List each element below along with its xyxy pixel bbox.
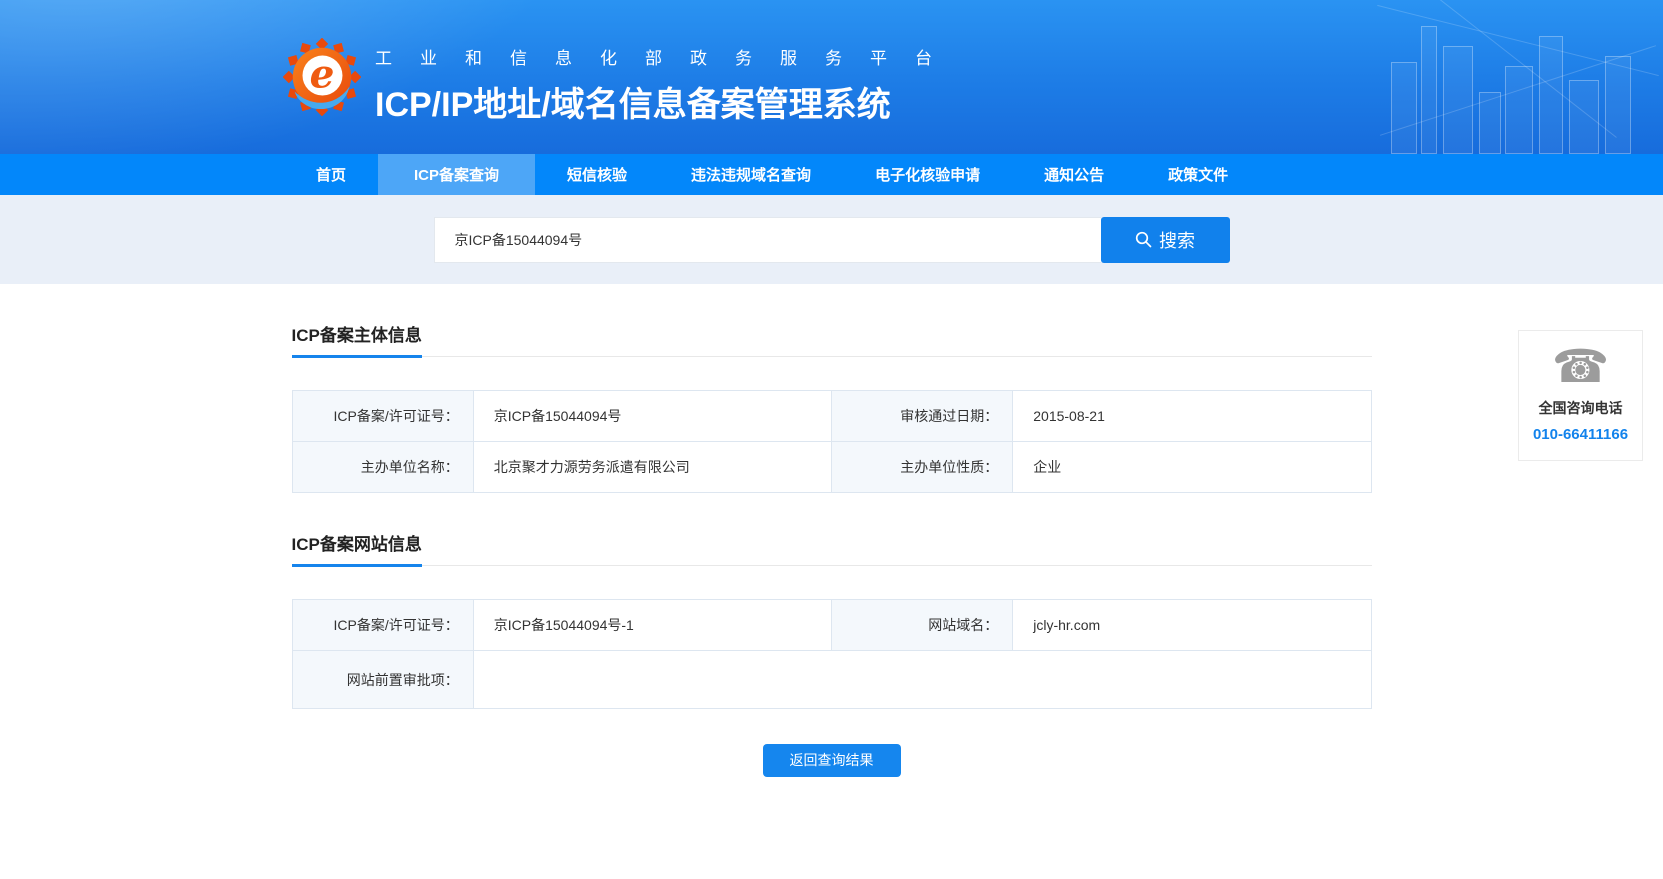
nav-item-sms-verify[interactable]: 短信核验 <box>535 154 659 195</box>
search-button[interactable]: 搜索 <box>1101 217 1230 263</box>
nav-item-electronic-verify[interactable]: 电子化核验申请 <box>843 154 1012 195</box>
page-header: e 工业和信息化部政务服务平台 ICP/IP地址/域名信息备案管理系统 <box>0 0 1663 154</box>
svg-text:e: e <box>310 52 335 98</box>
consult-phone-card: ☎ 全国咨询电话 010-66411166 <box>1518 330 1643 461</box>
subject-license-value: 京ICP备15044094号 <box>473 391 831 442</box>
brand: e 工业和信息化部政务服务平台 ICP/IP地址/域名信息备案管理系统 <box>283 38 960 126</box>
nav-item-notices[interactable]: 通知公告 <box>1012 154 1136 195</box>
subject-license-label: ICP备案/许可证号： <box>292 391 473 442</box>
nav-item-icp-query[interactable]: ICP备案查询 <box>378 154 535 195</box>
organizer-nature-value: 企业 <box>1013 442 1371 493</box>
phone-number: 010-66411166 <box>1519 426 1642 443</box>
nav-item-home[interactable]: 首页 <box>284 154 378 195</box>
table-row: 主办单位名称： 北京聚才力源劳务派遣有限公司 主办单位性质： 企业 <box>292 442 1371 493</box>
search-input[interactable] <box>434 217 1101 263</box>
search-button-label: 搜索 <box>1159 227 1195 253</box>
nav-item-illegal-domain-query[interactable]: 违法违规域名查询 <box>659 154 843 195</box>
phone-icon: ☎ <box>1519 341 1642 392</box>
header-city-decoration <box>1373 0 1663 154</box>
miit-logo-icon: e <box>283 38 361 116</box>
search-band: 搜索 <box>0 195 1663 284</box>
website-section-title: ICP备案网站信息 <box>292 530 422 567</box>
organizer-name-label: 主办单位名称： <box>292 442 473 493</box>
main-nav: 首页 ICP备案查询 短信核验 违法违规域名查询 电子化核验申请 通知公告 政策… <box>0 154 1663 195</box>
website-info-table: ICP备案/许可证号： 京ICP备15044094号-1 网站域名： jcly-… <box>292 599 1372 709</box>
table-row: ICP备案/许可证号： 京ICP备15044094号 审核通过日期： 2015-… <box>292 391 1371 442</box>
website-section-header: ICP备案网站信息 <box>292 530 1372 566</box>
platform-title: 工业和信息化部政务服务平台 <box>375 44 960 69</box>
pre-approval-value <box>473 651 1371 709</box>
review-date-value: 2015-08-21 <box>1013 391 1371 442</box>
system-title: ICP/IP地址/域名信息备案管理系统 <box>375 77 960 126</box>
table-row: ICP备案/许可证号： 京ICP备15044094号-1 网站域名： jcly-… <box>292 600 1371 651</box>
website-license-label: ICP备案/许可证号： <box>292 600 473 651</box>
subject-section-header: ICP备案主体信息 <box>292 321 1372 357</box>
website-license-value: 京ICP备15044094号-1 <box>473 600 831 651</box>
review-date-label: 审核通过日期： <box>831 391 1012 442</box>
nav-item-policy-docs[interactable]: 政策文件 <box>1136 154 1260 195</box>
table-row: 网站前置审批项： <box>292 651 1371 709</box>
subject-section-title: ICP备案主体信息 <box>292 321 422 358</box>
website-domain-label: 网站域名： <box>831 600 1012 651</box>
subject-info-table: ICP备案/许可证号： 京ICP备15044094号 审核通过日期： 2015-… <box>292 390 1372 493</box>
organizer-name-value: 北京聚才力源劳务派遣有限公司 <box>473 442 831 493</box>
organizer-nature-label: 主办单位性质： <box>831 442 1012 493</box>
result-content: ICP备案主体信息 ICP备案/许可证号： 京ICP备15044094号 审核通… <box>292 321 1372 777</box>
search-icon <box>1135 231 1152 248</box>
website-domain-value: jcly-hr.com <box>1013 600 1371 651</box>
phone-card-label: 全国咨询电话 <box>1519 398 1642 418</box>
back-to-results-button[interactable]: 返回查询结果 <box>763 744 901 777</box>
pre-approval-label: 网站前置审批项： <box>292 651 473 709</box>
